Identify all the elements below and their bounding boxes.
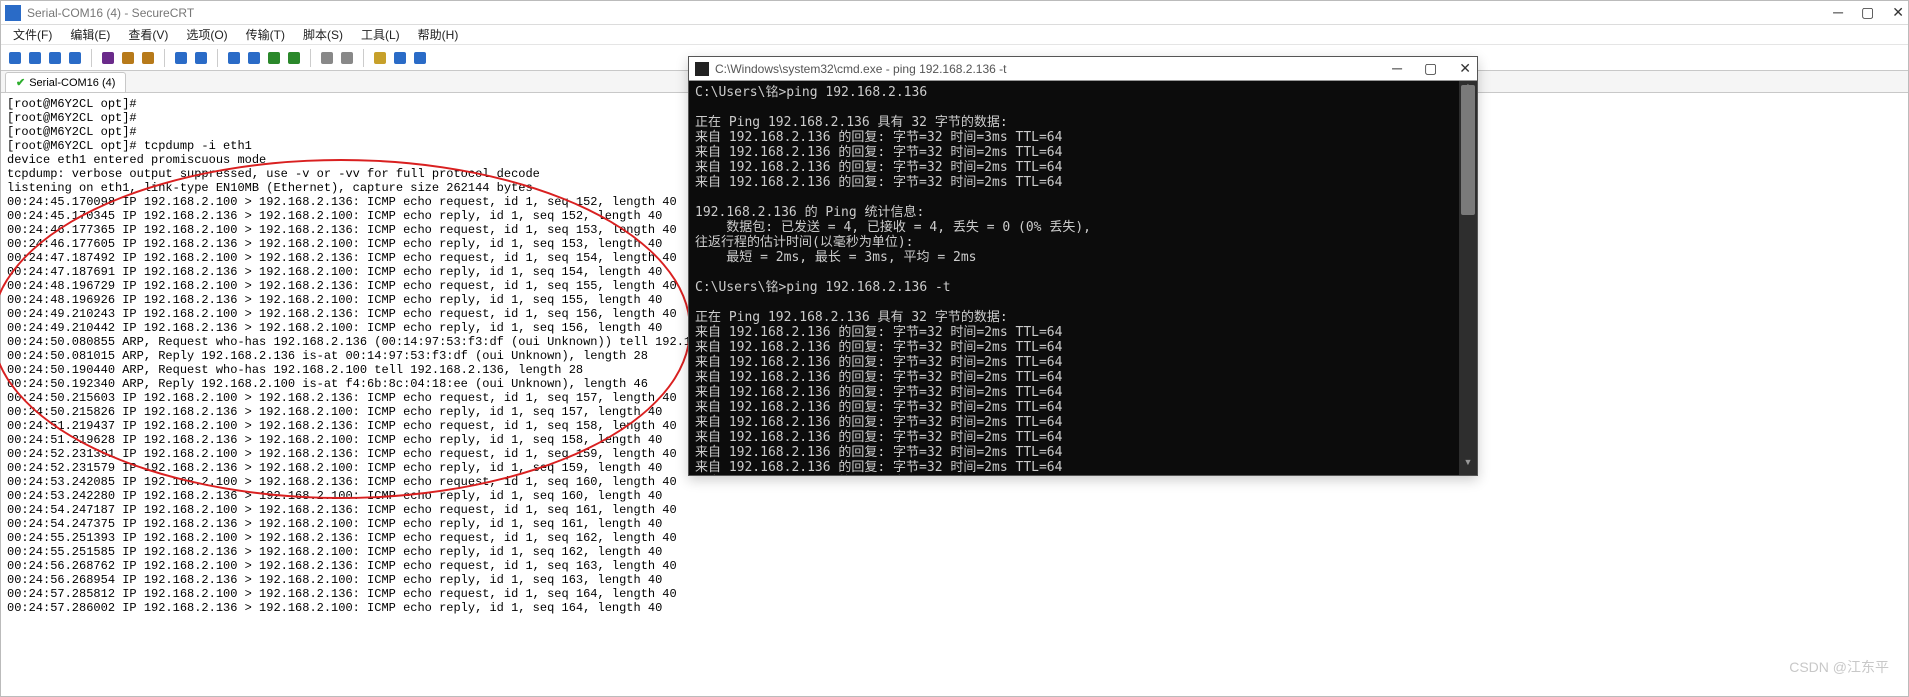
menu-item-0[interactable]: 文件(F) [7, 24, 58, 45]
print-icon[interactable] [100, 50, 116, 66]
about-icon[interactable] [412, 50, 428, 66]
script-icon[interactable] [226, 50, 242, 66]
upload-icon[interactable] [266, 50, 282, 66]
log-icon[interactable] [339, 50, 355, 66]
cmd-minimize-button[interactable]: ─ [1392, 60, 1402, 77]
scroll-thumb[interactable] [1461, 85, 1475, 215]
menu-item-7[interactable]: 帮助(H) [412, 24, 465, 45]
toolbar-separator [363, 49, 364, 67]
menu-item-3[interactable]: 选项(O) [180, 24, 233, 45]
reconnect-icon[interactable] [47, 50, 63, 66]
close-button[interactable]: ✕ [1892, 4, 1904, 21]
cmd-output[interactable]: C:\Users\铭>ping 192.168.2.136 正在 Ping 19… [689, 81, 1459, 475]
toolbar-separator [310, 49, 311, 67]
cmd-window: C:\Windows\system32\cmd.exe - ping 192.1… [688, 56, 1478, 476]
tab-label: Serial-COM16 (4) [29, 77, 115, 89]
menubar: 文件(F) 编辑(E) 查看(V) 选项(O) 传输(T) 脚本(S) 工具(L) 帮助(H) [1, 25, 1908, 45]
menu-item-5[interactable]: 脚本(S) [297, 24, 349, 45]
quick-connect-icon[interactable] [27, 50, 43, 66]
cmd-maximize-button[interactable]: ▢ [1424, 60, 1437, 77]
menu-item-2[interactable]: 查看(V) [122, 24, 174, 45]
disconnect-icon[interactable] [67, 50, 83, 66]
copy-icon[interactable] [120, 50, 136, 66]
cmd-title-text: C:\Windows\system32\cmd.exe - ping 192.1… [715, 62, 1006, 76]
crt-title-text: Serial-COM16 (4) - SecureCRT [27, 6, 194, 20]
maximize-button[interactable]: ▢ [1861, 4, 1874, 21]
cmd-titlebar[interactable]: C:\Windows\system32\cmd.exe - ping 192.1… [689, 57, 1477, 81]
menu-item-4[interactable]: 传输(T) [240, 24, 291, 45]
watermark: CSDN @江东平 [1789, 657, 1889, 677]
check-icon: ✔ [16, 76, 25, 89]
paste-icon[interactable] [140, 50, 156, 66]
find-icon[interactable] [173, 50, 189, 66]
session-manager-icon[interactable] [372, 50, 388, 66]
menu-item-6[interactable]: 工具(L) [355, 24, 406, 45]
cmd-close-button[interactable]: ✕ [1459, 60, 1471, 77]
tab-serial-com16[interactable]: ✔ Serial-COM16 (4) [5, 72, 126, 92]
app-icon [5, 5, 21, 21]
menu-item-1[interactable]: 编辑(E) [64, 24, 116, 45]
help-icon[interactable] [392, 50, 408, 66]
toolbar-separator [91, 49, 92, 67]
toolbar-separator [164, 49, 165, 67]
scroll-down-icon[interactable]: ▼ [1459, 457, 1477, 475]
cmd-icon [695, 62, 709, 76]
options-icon[interactable] [193, 50, 209, 66]
cmd-scrollbar[interactable]: ▲ ▼ [1459, 81, 1477, 475]
crt-titlebar[interactable]: Serial-COM16 (4) - SecureCRT ─ ▢ ✕ [1, 1, 1908, 25]
new-session-icon[interactable] [7, 50, 23, 66]
transfer-icon[interactable] [246, 50, 262, 66]
keymap-icon[interactable] [319, 50, 335, 66]
download-icon[interactable] [286, 50, 302, 66]
minimize-button[interactable]: ─ [1833, 4, 1843, 21]
toolbar-separator [217, 49, 218, 67]
